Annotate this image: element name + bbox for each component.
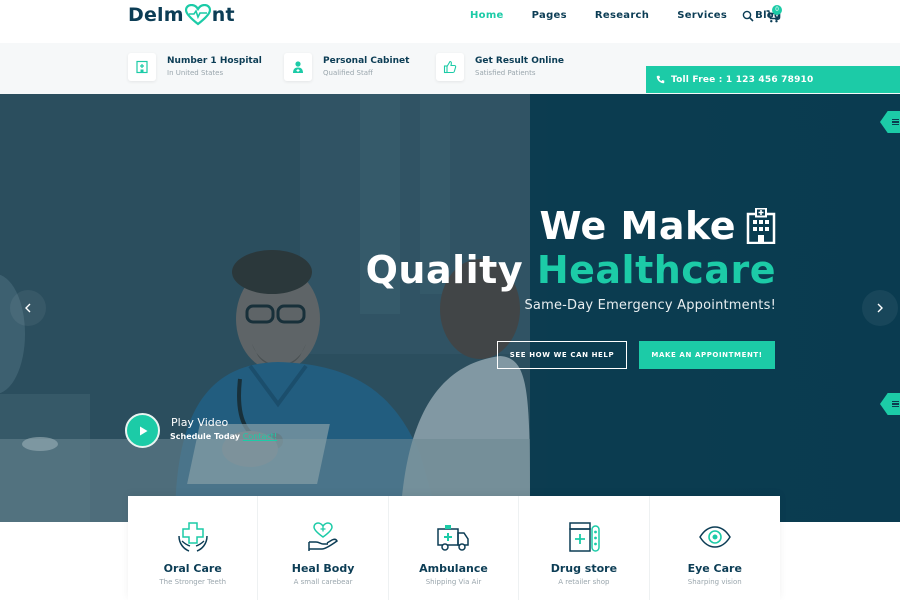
hero-slider: We Make Quality Healthcare Same-Day Emer… bbox=[0, 94, 900, 522]
slider-next-button[interactable] bbox=[862, 290, 898, 326]
hands-cross-icon bbox=[177, 522, 208, 552]
main-nav: Home Pages Research Services Blog bbox=[470, 10, 809, 21]
see-how-we-can-help-button[interactable]: SEE HOW WE CAN HELP bbox=[497, 341, 627, 369]
thumbs-up-icon bbox=[436, 53, 464, 81]
toll-free-banner[interactable]: Toll Free : 1 123 456 78910 bbox=[646, 66, 900, 93]
cart-count-badge: 0 bbox=[772, 5, 782, 15]
make-appointment-button[interactable]: MAKE AN APPOINTMENT! bbox=[639, 341, 775, 369]
service-title: Eye Care bbox=[687, 562, 742, 575]
nav-link-research[interactable]: Research bbox=[595, 10, 649, 21]
service-subtitle: Shipping Via Air bbox=[425, 578, 482, 586]
doctor-icon bbox=[284, 53, 312, 81]
schedule-label: Schedule Today bbox=[170, 432, 240, 441]
play-video-title: Play Video bbox=[171, 416, 229, 429]
services-strip: Oral Care The Stronger Teeth Heal Body A… bbox=[128, 496, 780, 600]
service-card-ambulance[interactable]: Ambulance Shipping Via Air bbox=[389, 496, 520, 600]
service-card-heal-body[interactable]: Heal Body A small carebear bbox=[258, 496, 389, 600]
logo-text-left: Delm bbox=[128, 4, 184, 26]
eye-icon bbox=[698, 526, 731, 548]
ambulance-icon bbox=[437, 525, 470, 551]
site-logo[interactable]: Delm nt bbox=[128, 4, 235, 26]
info-title: Get Result Online bbox=[475, 56, 564, 66]
service-card-oral-care[interactable]: Oral Care The Stronger Teeth bbox=[128, 496, 259, 600]
info-subtitle: In United States bbox=[167, 69, 224, 77]
schedule-text: Schedule Today Contact! bbox=[170, 432, 277, 441]
service-subtitle: The Stronger Teeth bbox=[159, 578, 226, 586]
info-title: Personal Cabinet bbox=[323, 56, 410, 66]
hero-heading-white: Quality bbox=[365, 248, 524, 292]
hospital-building-icon bbox=[746, 208, 776, 244]
hand-heart-icon bbox=[308, 522, 339, 551]
hero-heading-green: Healthcare bbox=[536, 248, 776, 292]
top-navbar: Delm nt Home Pages Research Services Blo… bbox=[0, 0, 900, 42]
nav-link-services[interactable]: Services bbox=[677, 10, 727, 21]
play-icon bbox=[139, 426, 147, 435]
hero-heading-line2: Quality Healthcare bbox=[366, 247, 776, 293]
heart-pulse-icon bbox=[184, 4, 211, 26]
contact-link[interactable]: Contact! bbox=[243, 432, 277, 441]
info-item-cabinet: Personal Cabinet Qualified Staff bbox=[284, 53, 409, 81]
play-video-button[interactable] bbox=[125, 413, 160, 448]
hero-subtitle: Same-Day Emergency Appointments! bbox=[524, 298, 776, 313]
info-item-results: Get Result Online Satisfied Patients bbox=[436, 53, 564, 81]
menu-icon bbox=[892, 399, 899, 408]
chevron-left-icon bbox=[25, 303, 31, 313]
service-card-drug-store[interactable]: Drug store A retailer shop bbox=[519, 496, 650, 600]
slider-prev-button[interactable] bbox=[10, 290, 46, 326]
service-subtitle: A retailer shop bbox=[558, 578, 610, 586]
service-title: Ambulance bbox=[419, 562, 488, 575]
toll-free-text: Toll Free : 1 123 456 78910 bbox=[671, 74, 814, 85]
nav-link-home[interactable]: Home bbox=[470, 10, 504, 21]
drugstore-icon bbox=[569, 522, 600, 552]
service-title: Heal Body bbox=[291, 562, 355, 575]
info-item-hospital: Number 1 Hospital In United States bbox=[128, 53, 262, 81]
info-title: Number 1 Hospital bbox=[167, 56, 262, 66]
service-subtitle: A small carebear bbox=[293, 578, 353, 586]
hero-heading-line1: We Make bbox=[539, 204, 776, 248]
menu-icon bbox=[892, 117, 899, 126]
logo-text-right: nt bbox=[211, 4, 235, 26]
info-subtitle: Satisfied Patients bbox=[475, 69, 536, 77]
phone-icon bbox=[656, 75, 665, 84]
service-title: Drug store bbox=[550, 562, 618, 575]
chevron-right-icon bbox=[877, 303, 883, 313]
hero-heading-text: We Make bbox=[539, 204, 736, 248]
service-card-eye-care[interactable]: Eye Care Sharping vision bbox=[650, 496, 780, 600]
info-subtitle: Qualified Staff bbox=[323, 69, 373, 77]
service-title: Oral Care bbox=[163, 562, 222, 575]
hospital-icon bbox=[128, 53, 156, 81]
search-icon[interactable] bbox=[742, 10, 754, 22]
service-subtitle: Sharping vision bbox=[687, 578, 742, 586]
nav-link-pages[interactable]: Pages bbox=[532, 10, 567, 21]
